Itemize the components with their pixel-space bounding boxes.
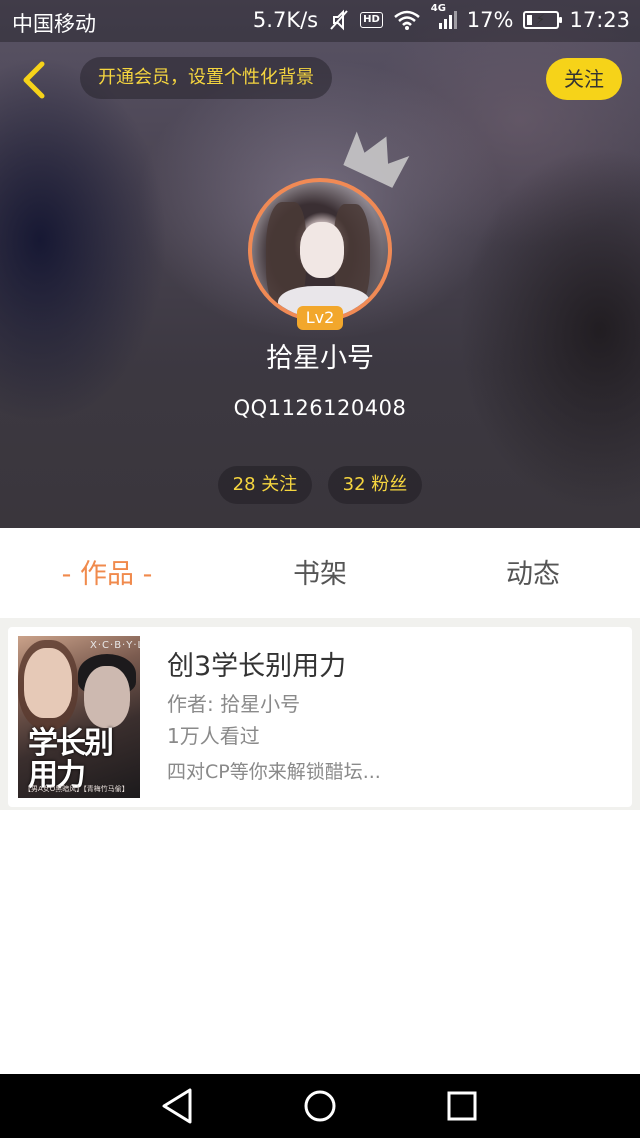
user-id: QQ1126120408	[233, 396, 407, 420]
cover-title: 学长别用力	[28, 726, 114, 793]
square-recent-icon[interactable]	[440, 1084, 484, 1128]
fans-count-button[interactable]: 32 粉丝	[328, 466, 422, 504]
cover-top-text: X·C·B·Y·L	[90, 640, 140, 651]
battery-fill	[527, 15, 533, 25]
book-views: 1万人看过	[167, 724, 260, 748]
hd-badge: HD	[360, 12, 383, 28]
tab-works[interactable]: - 作品 -	[0, 528, 214, 618]
follow-button[interactable]: 关注	[546, 58, 622, 100]
profile-header: 中国移动 5.7K/s HD 4G 17% ⚡ 17:23 开通会员，设置个性化…	[0, 0, 640, 528]
battery-percent: 17%	[466, 8, 514, 32]
tab-feed[interactable]: 动态	[426, 528, 640, 618]
chevron-left-icon[interactable]	[18, 60, 52, 100]
vip-background-prompt[interactable]: 开通会员，设置个性化背景	[80, 57, 332, 99]
username: 拾星小号	[266, 343, 374, 374]
carrier-label: 中国移动	[12, 12, 96, 36]
clock: 17:23	[569, 8, 630, 32]
tab-bookshelf[interactable]: 书架	[213, 528, 427, 618]
book-cover: X·C·B·Y·L 学长别用力 【男A女O黑暗风】【青梅竹马偷】	[18, 636, 140, 798]
level-badge: Lv2	[297, 306, 343, 330]
cover-bottom-text: 【男A女O黑暗风】【青梅竹马偷】	[24, 785, 129, 793]
battery-charging-icon: ⚡	[523, 11, 563, 29]
following-count-button[interactable]: 28 关注	[218, 466, 312, 504]
triangle-back-icon[interactable]	[156, 1084, 200, 1128]
book-title: 创3学长别用力	[167, 651, 347, 682]
net-speed: 5.7K/s	[252, 8, 319, 32]
profile-tabs: - 作品 - 书架 动态	[0, 528, 640, 618]
book-card[interactable]: X·C·B·Y·L 学长别用力 【男A女O黑暗风】【青梅竹马偷】 创3学长别用力…	[8, 627, 632, 807]
system-nav-bar	[0, 1074, 640, 1138]
status-icons: 5.7K/s HD 4G 17% ⚡ 17:23	[252, 3, 630, 32]
avatar[interactable]	[248, 178, 392, 322]
status-bar: 中国移动 5.7K/s HD 4G 17% ⚡ 17:23	[0, 0, 640, 42]
book-description: 四对CP等你来解锁醋坛...	[167, 761, 381, 783]
circle-home-icon[interactable]	[298, 1084, 342, 1128]
wifi-icon	[393, 10, 420, 30]
signal-icon: 4G	[431, 3, 457, 31]
bolt-icon: ⚡	[535, 12, 546, 28]
avatar-image	[252, 182, 388, 318]
book-author: 作者: 拾星小号	[167, 692, 301, 716]
mute-icon	[330, 9, 348, 31]
